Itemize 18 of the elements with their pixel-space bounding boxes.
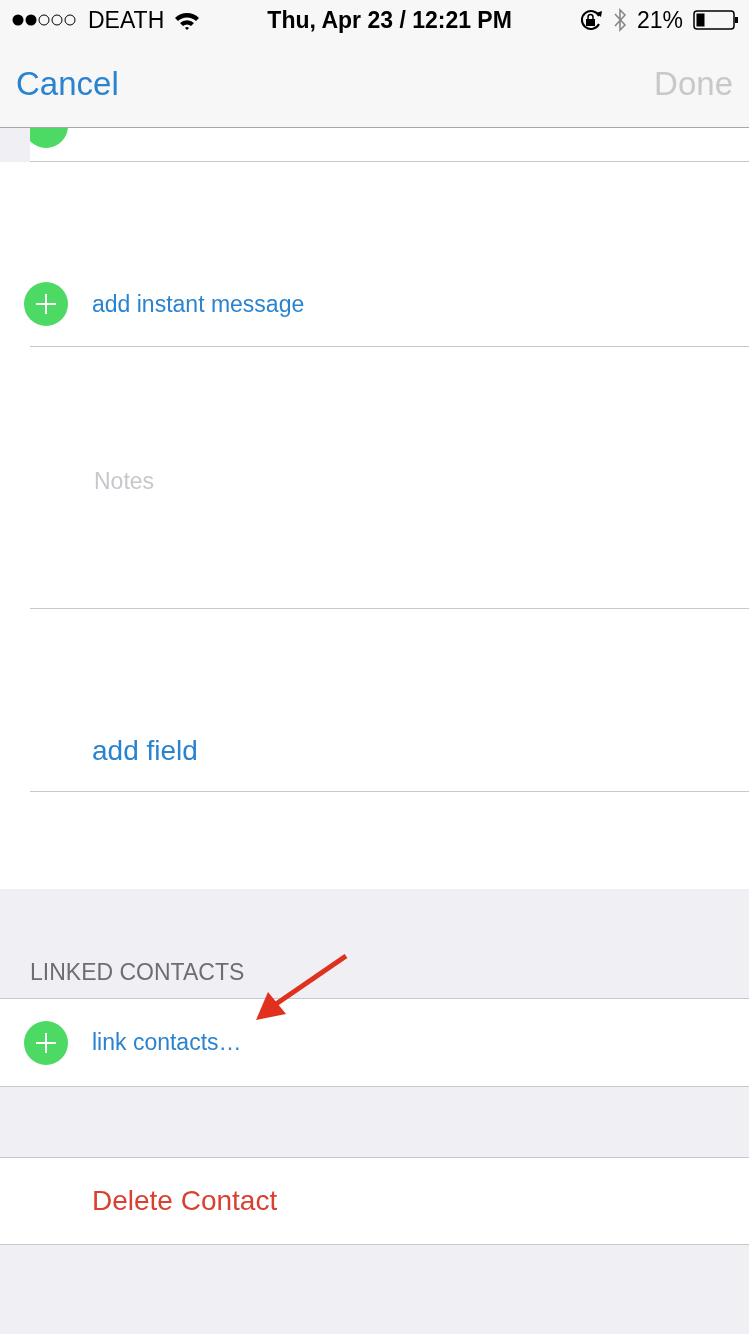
battery-icon	[693, 10, 739, 30]
carrier-name: DEATH	[88, 6, 165, 34]
wifi-icon	[174, 10, 201, 30]
add-icon[interactable]	[24, 1020, 68, 1065]
add-field-link[interactable]: add field	[92, 735, 198, 767]
add-icon	[30, 128, 68, 148]
link-contacts-label[interactable]: link contacts…	[92, 1029, 242, 1056]
add-icon[interactable]	[24, 282, 68, 326]
cancel-button[interactable]: Cancel	[16, 64, 119, 103]
signal-icon	[12, 13, 78, 27]
battery-percent: 21%	[636, 6, 683, 34]
rotation-lock-icon	[578, 9, 603, 31]
add-row-label[interactable]: add instant message	[92, 290, 305, 318]
bluetooth-icon	[612, 7, 627, 33]
delete-contact-button[interactable]: Delete Contact	[92, 1185, 278, 1217]
status-time: Thu, Apr 23 / 12:21 PM	[267, 6, 512, 34]
section-header: LINKED CONTACTS	[30, 959, 245, 985]
notes-field[interactable]: Notes	[92, 467, 396, 496]
